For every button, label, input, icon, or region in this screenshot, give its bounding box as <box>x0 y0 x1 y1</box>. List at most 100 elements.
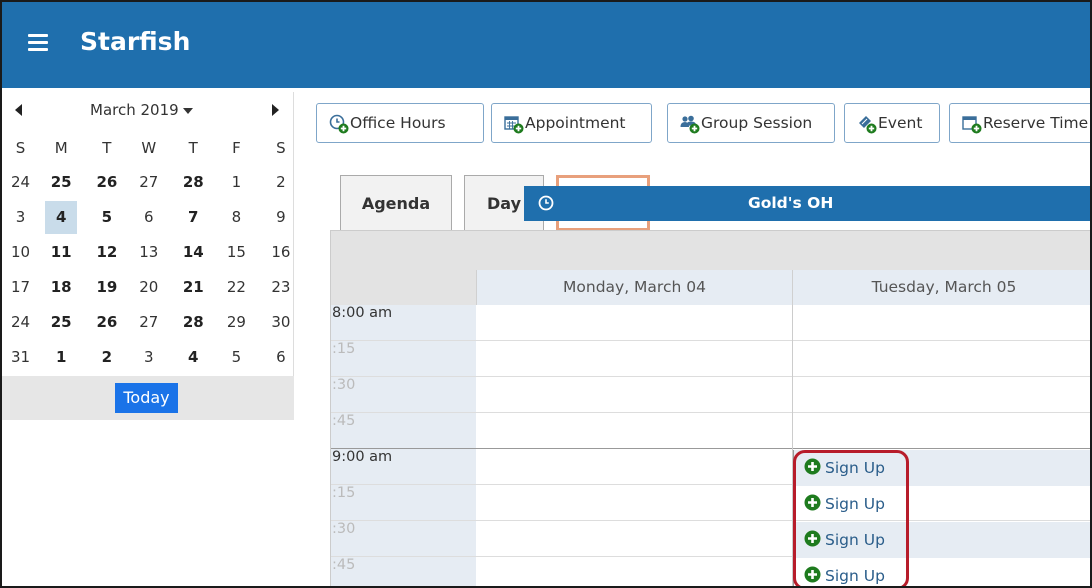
ticket-plus-icon <box>857 114 877 134</box>
office-hours-block[interactable]: Gold's OH <box>524 186 1090 221</box>
signup-slot[interactable]: Sign Up <box>794 450 1090 486</box>
mini-calendar-footer: Today <box>2 376 294 420</box>
day-cell[interactable]: 2 <box>91 341 123 374</box>
weekday-row: SMTWTFS <box>2 132 294 166</box>
grid-line <box>331 376 1090 377</box>
day-cell[interactable]: 4 <box>177 341 209 374</box>
signup-label: Sign Up <box>825 495 885 513</box>
tab-agenda[interactable]: Agenda <box>340 175 452 231</box>
hour-label: 9:00 am <box>332 449 393 465</box>
selected-day[interactable]: 4 <box>45 201 78 234</box>
day-cell[interactable]: 16 <box>265 236 297 269</box>
office-hours-button[interactable]: Office Hours <box>316 103 484 143</box>
plus-circle-icon <box>804 530 821 547</box>
signup-slot[interactable]: Sign Up <box>794 558 1090 586</box>
day-cell[interactable]: 29 <box>220 306 252 339</box>
next-month-icon[interactable] <box>272 104 279 116</box>
today-button[interactable]: Today <box>115 383 178 413</box>
mini-calendar-grid: S M T W T F S 24 25 26 27 28 1 2 3 4 5 6 7 8 9 10 11 12 13 14 15 16… <box>2 132 294 376</box>
signup-label: Sign Up <box>825 567 885 585</box>
day-cell[interactable]: 25 <box>45 166 77 199</box>
week-row: 24 25 26 27 28 1 2 <box>2 166 294 201</box>
day-cell[interactable]: 5 <box>91 201 123 234</box>
day-cell[interactable]: 7 <box>177 201 209 234</box>
day-cell[interactable]: 22 <box>220 271 252 304</box>
event-button[interactable]: Event <box>844 103 940 143</box>
day-cell[interactable]: 23 <box>265 271 297 304</box>
clock-plus-icon <box>329 114 349 134</box>
week-row: 31 1 2 3 4 5 6 <box>2 341 294 376</box>
grid-line <box>331 340 1090 341</box>
calendar-plus-icon <box>962 114 982 134</box>
signup-slot[interactable]: Sign Up <box>794 522 1090 558</box>
weekday-label: S <box>276 139 286 157</box>
time-column: 8:00 am:15:30:45 9:00 am:15:30:45 <box>331 305 476 586</box>
app-title: Starfish <box>80 27 191 56</box>
quarter-hour-label: :45 <box>332 557 356 573</box>
weekday-label: T <box>188 139 198 157</box>
day-cell[interactable]: 15 <box>220 236 252 269</box>
day-cell[interactable]: 19 <box>91 271 123 304</box>
month-label: March 2019 <box>90 101 179 119</box>
group-plus-icon <box>680 114 700 134</box>
day-cell[interactable]: 13 <box>133 236 165 269</box>
plus-circle-icon <box>804 458 821 475</box>
appointment-button[interactable]: Appointment <box>491 103 652 143</box>
day-cell[interactable]: 5 <box>220 341 252 374</box>
clock-icon <box>538 195 554 211</box>
day-cell[interactable]: 3 <box>133 341 165 374</box>
day-cell[interactable]: 18 <box>45 271 77 304</box>
week-row: 17 18 19 20 21 22 23 <box>2 271 294 306</box>
day-cell[interactable]: 10 <box>5 236 37 269</box>
day-cell[interactable]: 2 <box>265 166 297 199</box>
day-cell[interactable]: 11 <box>45 236 77 269</box>
day-cell[interactable]: 24 <box>5 306 37 339</box>
day-cell[interactable]: 21 <box>177 271 209 304</box>
office-hours-label: Office Hours <box>350 114 446 132</box>
group-session-label: Group Session <box>701 114 813 132</box>
day-cell[interactable]: 9 <box>265 201 297 234</box>
quarter-hour-label: :15 <box>332 485 356 501</box>
mini-calendar-header: March 2019 <box>2 92 294 132</box>
day-cell[interactable]: 17 <box>5 271 37 304</box>
event-label: Event <box>878 114 923 132</box>
day-cell[interactable]: 28 <box>177 306 209 339</box>
day-cell[interactable]: 28 <box>177 166 209 199</box>
caret-down-icon <box>182 107 193 114</box>
grid-line <box>331 448 1090 449</box>
quarter-hour-label: :15 <box>332 341 356 357</box>
day-cell[interactable]: 1 <box>45 341 77 374</box>
menu-icon[interactable] <box>28 34 48 52</box>
quarter-hour-label: :45 <box>332 413 356 429</box>
weekday-label: S <box>15 139 26 157</box>
day-cell[interactable]: 27 <box>133 166 165 199</box>
day-cell[interactable]: 24 <box>5 166 37 199</box>
grid-line <box>331 412 1090 413</box>
week-calendar: Monday, March 04 Tuesday, March 05 8:00 … <box>330 230 1090 586</box>
quarter-hour-label: :30 <box>332 377 356 393</box>
day-cell[interactable]: 14 <box>177 236 209 269</box>
month-selector[interactable]: March 2019 <box>90 101 193 119</box>
signup-slot[interactable]: Sign Up <box>794 486 1090 522</box>
day-cell[interactable]: 1 <box>220 166 252 199</box>
day-cell[interactable]: 3 <box>5 201 37 234</box>
day-cell[interactable]: 27 <box>133 306 165 339</box>
group-session-button[interactable]: Group Session <box>667 103 835 143</box>
weekday-label: W <box>141 139 157 157</box>
day-cell[interactable]: 31 <box>5 341 37 374</box>
mini-calendar: March 2019 S M T W T F S 24 25 26 27 28 1 2 3 4 5 6 7 8 9 10 1… <box>2 92 294 420</box>
calendar-plus-icon <box>504 114 524 134</box>
day-cell[interactable]: 12 <box>91 236 123 269</box>
day-cell[interactable]: 25 <box>45 306 77 339</box>
day-cell[interactable]: 8 <box>220 201 252 234</box>
day-cell[interactable]: 6 <box>265 341 297 374</box>
day-cell[interactable]: 26 <box>91 306 123 339</box>
day-cell[interactable]: 26 <box>91 166 123 199</box>
day-cell[interactable]: 30 <box>265 306 297 339</box>
plus-circle-icon <box>804 566 821 583</box>
previous-month-icon[interactable] <box>15 104 22 116</box>
weekday-label: F <box>232 139 241 157</box>
day-cell[interactable]: 6 <box>133 201 165 234</box>
day-cell[interactable]: 20 <box>133 271 165 304</box>
reserve-time-button[interactable]: Reserve Time <box>949 103 1090 143</box>
